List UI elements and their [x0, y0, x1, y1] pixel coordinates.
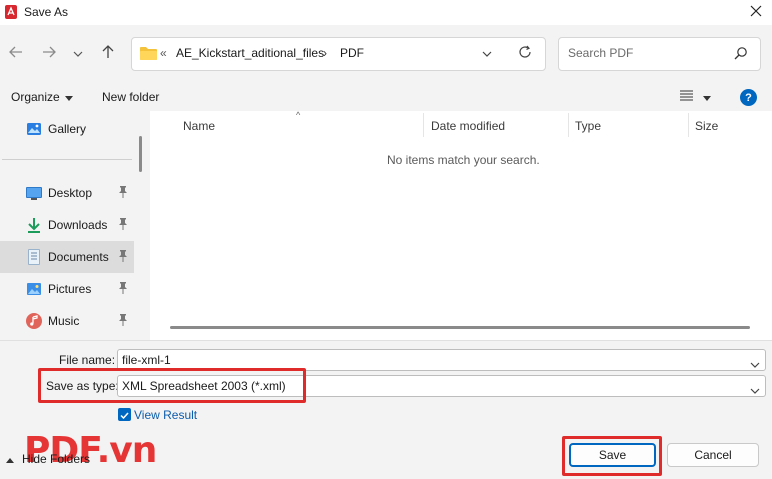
caret-down-icon — [64, 90, 73, 104]
column-separator[interactable] — [568, 113, 569, 137]
chevron-down-icon — [482, 46, 492, 60]
chevron-down-icon — [750, 383, 760, 397]
sidebar-item-pictures[interactable]: Pictures — [0, 273, 134, 305]
documents-icon — [26, 249, 42, 265]
pictures-icon — [26, 281, 42, 297]
column-header-size[interactable]: Size — [695, 119, 718, 133]
search-icon[interactable] — [734, 46, 748, 63]
sidebar-item-label: Downloads — [48, 218, 108, 232]
path-overflow[interactable]: « — [160, 46, 167, 60]
sidebar-item-documents[interactable]: Documents — [0, 241, 134, 273]
new-folder-button[interactable]: New folder — [102, 90, 159, 104]
chevron-up-icon — [6, 452, 14, 466]
sidebar-item-label: Desktop — [48, 186, 93, 200]
hide-folders-label: Hide Folders — [22, 452, 91, 466]
refresh-button[interactable] — [518, 45, 532, 62]
arrow-right-icon — [42, 46, 56, 61]
sidebar-item-label: Documents — [48, 250, 109, 264]
close-button[interactable] — [740, 0, 772, 25]
file-list — [150, 111, 772, 340]
up-button[interactable] — [97, 42, 119, 64]
checkmark-icon — [120, 408, 129, 422]
annotation-highlight-box — [38, 368, 306, 403]
column-separator[interactable] — [423, 113, 424, 137]
column-header-name[interactable]: Name — [183, 119, 215, 133]
horizontal-scrollbar[interactable] — [170, 326, 750, 329]
pane-divider — [2, 159, 132, 160]
pin-icon — [118, 218, 128, 233]
search-placeholder: Search PDF — [568, 46, 634, 60]
save-as-type-dropdown[interactable] — [750, 383, 760, 397]
chevron-down-icon — [750, 357, 760, 371]
cancel-button[interactable]: Cancel — [667, 443, 759, 467]
sort-ascending-icon: ^ — [296, 110, 301, 120]
pin-icon — [118, 186, 128, 201]
pin-icon — [118, 282, 128, 297]
column-separator[interactable] — [688, 113, 689, 137]
sidebar-item-desktop[interactable]: Desktop — [0, 177, 134, 209]
sidebar-item-downloads[interactable]: Downloads — [0, 209, 134, 241]
music-icon — [26, 313, 42, 329]
refresh-icon — [518, 45, 532, 62]
arrow-left-icon — [9, 46, 23, 61]
empty-list-message: No items match your search. — [387, 153, 540, 167]
window-title: Save As — [24, 5, 69, 19]
title-bar — [0, 0, 772, 25]
breadcrumb-folder[interactable]: AE_Kickstart_aditional_files — [176, 46, 324, 60]
organize-button[interactable]: Organize — [11, 90, 73, 104]
sidebar-item-label: Music — [48, 314, 80, 328]
acrobat-app-icon — [5, 5, 17, 19]
organize-label: Organize — [11, 90, 60, 104]
sidebar-item-gallery[interactable]: Gallery — [0, 113, 134, 145]
column-header-type[interactable]: Type — [575, 119, 601, 133]
pin-icon — [118, 250, 128, 265]
caret-down-icon — [703, 90, 711, 104]
downloads-icon — [26, 217, 42, 233]
breadcrumb-separator[interactable]: › — [323, 46, 327, 60]
chevron-down-icon — [73, 46, 83, 60]
file-name-dropdown[interactable] — [750, 357, 760, 371]
back-button[interactable] — [5, 42, 27, 64]
column-header-date-modified[interactable]: Date modified — [431, 119, 505, 133]
save-button[interactable]: Save — [569, 443, 656, 467]
gallery-icon — [26, 121, 42, 137]
hide-folders-button[interactable]: Hide Folders — [6, 452, 90, 466]
desktop-icon — [26, 185, 42, 201]
pin-icon — [118, 314, 128, 329]
list-view-icon — [680, 90, 693, 104]
file-name-value[interactable]: file-xml-1 — [122, 353, 171, 367]
sidebar-scrollbar[interactable] — [139, 136, 142, 172]
folder-icon — [140, 46, 157, 63]
view-options-button[interactable] — [680, 90, 711, 104]
sidebar-item-label: Gallery — [48, 122, 87, 136]
view-result-label[interactable]: View Result — [134, 408, 197, 422]
recent-locations-button[interactable] — [67, 42, 89, 64]
sidebar-item-music[interactable]: Music — [0, 305, 134, 337]
sidebar-item-label: Pictures — [48, 282, 92, 296]
file-name-label: File name: — [59, 353, 116, 367]
forward-button[interactable] — [38, 42, 60, 64]
address-dropdown-button[interactable] — [482, 46, 492, 60]
close-icon — [750, 5, 762, 20]
view-result-checkbox[interactable] — [118, 408, 131, 421]
arrow-up-icon — [102, 44, 114, 62]
help-icon[interactable]: ? — [740, 89, 757, 106]
breadcrumb-current[interactable]: PDF — [340, 46, 364, 60]
